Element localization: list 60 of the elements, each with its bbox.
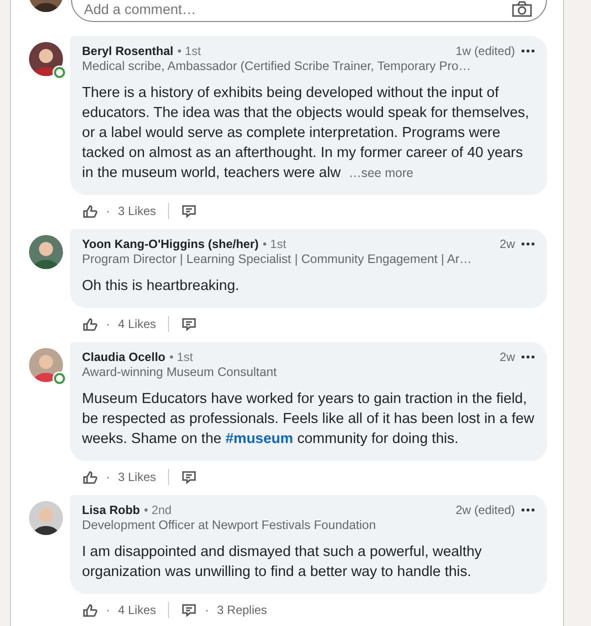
more-button[interactable] bbox=[521, 242, 535, 246]
author-name[interactable]: Beryl Rosenthal bbox=[82, 44, 174, 58]
more-icon bbox=[521, 49, 535, 53]
camera-icon[interactable] bbox=[512, 1, 532, 17]
connection-degree: • 2nd bbox=[144, 503, 172, 517]
comment-text: There is a history of exhibits being developed without the input of educators. The idea was that the objects would speak for themselves, or a label would serve as complete interpretation. Programs were tacked on almost as an afterthought. In my former career of 40 years in the museum world, teachers were alw …see more bbox=[82, 84, 530, 183]
likes-count[interactable]: 3 Likes bbox=[118, 470, 156, 484]
author-name[interactable]: Yoon Kang-O'Higgins (she/her) bbox=[82, 237, 259, 251]
comment-time: 2w (edited) bbox=[456, 503, 515, 517]
more-button[interactable] bbox=[521, 49, 535, 53]
author-name[interactable]: Claudia Ocello bbox=[82, 350, 166, 364]
more-button[interactable] bbox=[521, 508, 535, 512]
likes-count[interactable]: 4 Likes bbox=[118, 317, 156, 331]
comment-text: Museum Educators have worked for years to gain traction in the field, be respected as professionals. Feels like all of it has been lost in a few weeks. Shame on the #museum community for doing this. bbox=[82, 390, 535, 449]
see-more-link[interactable]: …see more bbox=[348, 166, 414, 180]
separator-dot: · bbox=[205, 603, 210, 617]
avatar[interactable] bbox=[29, 42, 63, 76]
comment-text: Oh this is heartbreaking. bbox=[82, 277, 240, 296]
replies-count[interactable]: 3 Replies bbox=[217, 603, 268, 617]
more-icon bbox=[521, 508, 535, 512]
author-headline: Development Officer at Newport Festivals Foundation bbox=[82, 518, 377, 532]
author-name[interactable]: Lisa Robb bbox=[82, 503, 140, 517]
separator-dot: · bbox=[106, 470, 110, 484]
more-icon bbox=[521, 242, 535, 246]
author-headline: Program Director | Learning Specialist | Community Engagement | Ar… bbox=[82, 252, 473, 266]
comment-icon bbox=[181, 469, 198, 485]
like-button[interactable] bbox=[82, 602, 98, 618]
comment-icon bbox=[181, 316, 198, 332]
likes-count[interactable]: 4 Likes bbox=[118, 603, 156, 617]
reply-button[interactable] bbox=[181, 203, 198, 219]
thumbs-up-icon bbox=[82, 316, 98, 332]
separator-dot: · bbox=[106, 204, 110, 218]
author-headline: Award-winning Museum Consultant bbox=[82, 365, 278, 379]
like-button[interactable] bbox=[82, 316, 98, 332]
comment-time: 1w (edited) bbox=[456, 44, 515, 58]
separator-dot: · bbox=[106, 317, 110, 331]
avatar[interactable] bbox=[29, 235, 63, 269]
reply-button[interactable] bbox=[181, 469, 198, 485]
reply-button[interactable] bbox=[181, 602, 198, 618]
comment-icon bbox=[181, 203, 198, 219]
connection-degree: • 1st bbox=[262, 237, 286, 251]
comment-text: I am disappointed and dismayed that such a powerful, wealthy organization was unwilling to find a better way to handle this. bbox=[82, 543, 483, 582]
connection-degree: • 1st bbox=[177, 44, 201, 58]
thumbs-up-icon bbox=[82, 203, 98, 219]
likes-count[interactable]: 3 Likes bbox=[118, 204, 156, 218]
reply-button[interactable] bbox=[181, 316, 198, 332]
like-button[interactable] bbox=[82, 203, 98, 219]
author-headline: Medical scribe, Ambassador (Certified Scribe Trainer, Temporary Pro… bbox=[82, 59, 472, 73]
avatar[interactable] bbox=[29, 501, 63, 535]
comment-time: 2w bbox=[500, 350, 515, 364]
comment-time: 2w bbox=[500, 237, 515, 251]
more-button[interactable] bbox=[521, 355, 535, 359]
separator-dot: · bbox=[106, 603, 110, 617]
comment-icon bbox=[181, 602, 198, 618]
more-icon bbox=[521, 355, 535, 359]
thumbs-up-icon bbox=[82, 469, 98, 485]
thumbs-up-icon bbox=[82, 602, 98, 618]
connection-degree: • 1st bbox=[169, 350, 193, 364]
like-button[interactable] bbox=[82, 469, 98, 485]
hashtag-link[interactable]: #museum bbox=[225, 431, 294, 447]
